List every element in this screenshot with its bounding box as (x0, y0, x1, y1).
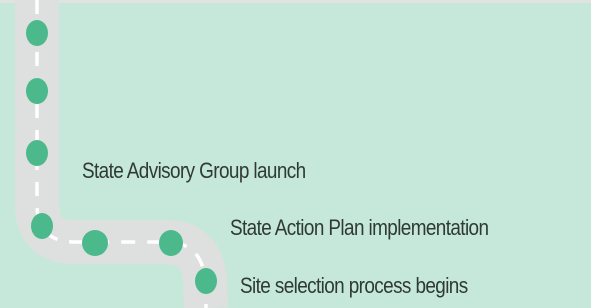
timeline-road (15, 0, 228, 308)
milestone-marker (195, 268, 217, 294)
milestone-marker (82, 230, 108, 256)
milestone-marker (26, 78, 48, 104)
milestone-label-site-selection-process-begins: Site selection process begins (240, 273, 468, 298)
milestone-marker (159, 230, 183, 256)
milestone-label-state-advisory-group-launch: State Advisory Group launch (82, 158, 306, 183)
milestone-label-state-action-plan-implementation: State Action Plan implementation (230, 215, 489, 240)
milestone-marker (26, 140, 48, 166)
milestone-marker (26, 20, 48, 46)
road-path (15, 0, 228, 308)
milestone-marker (31, 213, 53, 239)
